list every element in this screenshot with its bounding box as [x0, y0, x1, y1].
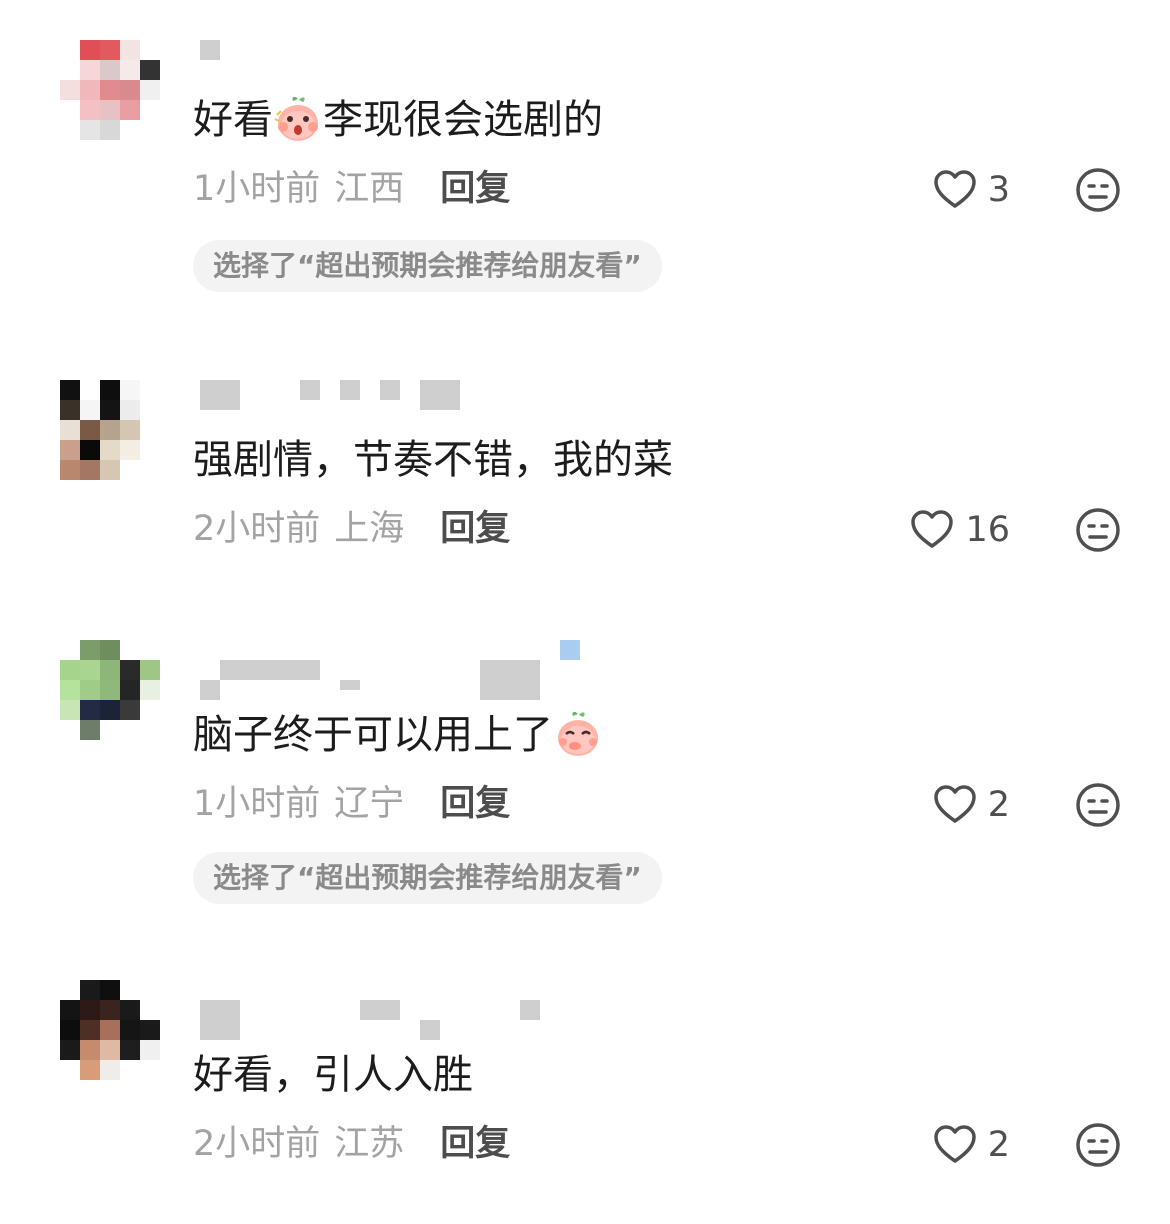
peach-surprised-emoji: [274, 96, 318, 141]
comment-location: 上海: [334, 509, 405, 549]
like-button[interactable]: 2: [932, 782, 1010, 828]
heart-outline-icon: [911, 510, 954, 548]
rating-tag: 选择了“超出预期会推荐给朋友看”: [193, 852, 662, 904]
comment-meta: 1小时前 江西 回复: [193, 167, 510, 211]
comment-meta: 2小时前 上海 回复: [193, 507, 510, 551]
like-button[interactable]: 2: [932, 1122, 1010, 1168]
comment-meta: 1小时前 辽宁 回复: [193, 782, 510, 826]
peach-giggle-emoji: [558, 711, 598, 756]
comment-time: 2小时前: [193, 509, 321, 549]
reply-button[interactable]: 回复: [440, 167, 510, 211]
comment-location: 江西: [334, 169, 405, 209]
reply-button[interactable]: 回复: [440, 1122, 510, 1166]
comment-text-part: 好看: [193, 97, 273, 143]
like-button[interactable]: 3: [932, 167, 1010, 213]
like-count: 3: [987, 170, 1010, 210]
comment-time: 1小时前: [193, 784, 321, 824]
meh-face-icon[interactable]: [1075, 167, 1121, 213]
like-count: 2: [987, 1125, 1010, 1165]
reply-button[interactable]: 回复: [440, 507, 510, 551]
comment-text: 好看，引人入胜: [193, 1052, 473, 1098]
meh-face-icon[interactable]: [1075, 1122, 1121, 1168]
comment-text-part: 李现很会选剧的: [323, 97, 603, 143]
comment-text: 脑子终于可以用上了: [193, 710, 603, 760]
like-count: 16: [965, 510, 1010, 550]
comment-meta: 2小时前 江苏 回复: [193, 1122, 510, 1166]
reply-button[interactable]: 回复: [440, 782, 510, 826]
comment-text-part: 脑子终于可以用上了: [193, 712, 553, 758]
like-button[interactable]: 16: [909, 507, 1010, 553]
avatar[interactable]: [60, 640, 160, 740]
heart-outline-icon: [933, 785, 976, 823]
heart-outline-icon: [933, 1125, 976, 1163]
comment-location: 辽宁: [334, 784, 405, 824]
avatar[interactable]: [60, 980, 160, 1080]
avatar[interactable]: [60, 40, 160, 140]
meh-face-icon[interactable]: [1075, 782, 1121, 828]
comment-time: 1小时前: [193, 169, 321, 209]
comment-text: 强剧情，节奏不错，我的菜: [193, 437, 673, 483]
meh-face-icon[interactable]: [1075, 507, 1121, 553]
comment-text: 好看 李现很会选剧的: [193, 95, 603, 145]
comment-location: 江苏: [334, 1124, 405, 1164]
comment-time: 2小时前: [193, 1124, 321, 1164]
rating-tag: 选择了“超出预期会推荐给朋友看”: [193, 240, 662, 292]
like-count: 2: [987, 785, 1010, 825]
heart-outline-icon: [933, 170, 976, 208]
avatar[interactable]: [60, 380, 160, 480]
